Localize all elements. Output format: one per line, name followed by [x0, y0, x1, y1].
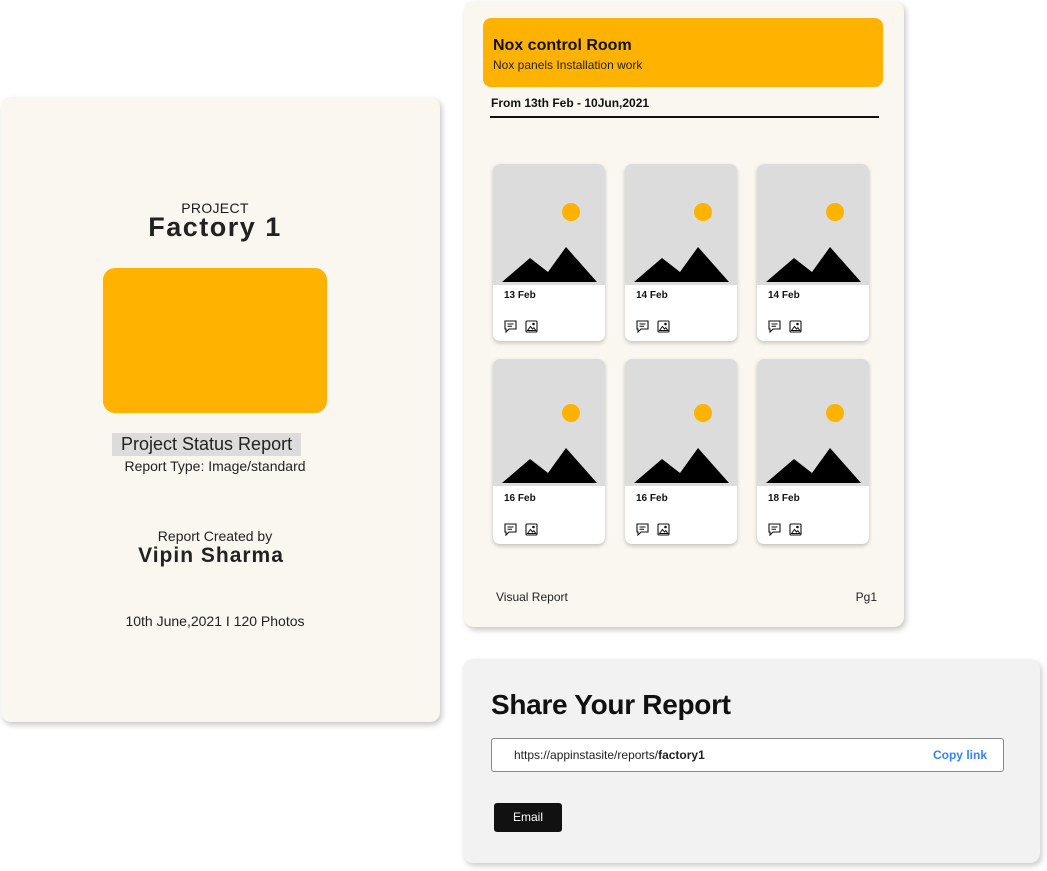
page-footer-label: Visual Report	[496, 590, 568, 604]
report-share-screen: PROJECT Factory 1 Project Status Report …	[0, 0, 1047, 871]
photo-actions	[768, 320, 802, 334]
date-range: From 13th Feb - 10Jun,2021	[491, 96, 650, 110]
landscape-placeholder-icon	[634, 404, 729, 483]
image-icon[interactable]	[657, 523, 670, 536]
comment-icon[interactable]	[768, 523, 781, 537]
share-title: Share Your Report	[491, 689, 731, 720]
comment-icon[interactable]	[636, 320, 649, 334]
image-placeholder	[757, 164, 869, 285]
image-icon[interactable]	[525, 320, 538, 333]
report-cover-card: PROJECT Factory 1 Project Status Report …	[1, 97, 440, 722]
photo-card[interactable]: 16 Feb	[625, 359, 737, 544]
divider	[490, 116, 879, 118]
image-icon[interactable]	[525, 523, 538, 536]
section-banner: Nox control Room Nox panels Installation…	[483, 18, 883, 87]
creator-name: Vipin Sharma	[138, 544, 284, 567]
page-number: Pg1	[855, 590, 877, 604]
photo-actions	[636, 523, 670, 537]
share-url: https://appinstasite/reports/factory1	[514, 748, 705, 762]
landscape-placeholder-icon	[502, 404, 597, 483]
photo-card[interactable]: 14 Feb	[757, 164, 869, 341]
share-url-field[interactable]: https://appinstasite/reports/factory1 Co…	[491, 738, 1004, 772]
section-subtitle: Nox panels Installation work	[493, 58, 643, 72]
report-type: Report Type: Image/standard	[124, 458, 306, 474]
report-title: Project Status Report	[112, 433, 302, 456]
photo-date: 16 Feb	[504, 493, 536, 504]
photo-actions	[504, 320, 538, 334]
photo-card[interactable]: 13 Feb	[493, 164, 605, 341]
image-placeholder	[493, 359, 605, 486]
image-icon[interactable]	[789, 320, 802, 333]
photo-date: 18 Feb	[768, 493, 800, 504]
photo-date: 14 Feb	[768, 290, 800, 301]
share-url-prefix: https://appinstasite/reports/	[514, 748, 659, 762]
image-icon[interactable]	[789, 523, 802, 536]
section-title: Nox control Room	[493, 37, 632, 54]
copy-link-button[interactable]: Copy link	[933, 748, 987, 762]
share-panel: Share Your Report https://appinstasite/r…	[463, 659, 1040, 863]
photo-actions	[504, 523, 538, 537]
photo-actions	[768, 523, 802, 537]
comment-icon[interactable]	[636, 523, 649, 537]
landscape-placeholder-icon	[634, 203, 729, 282]
landscape-placeholder-icon	[766, 404, 861, 483]
photo-date: 14 Feb	[636, 290, 668, 301]
photo-date: 13 Feb	[504, 290, 536, 301]
share-url-slug: factory1	[658, 748, 705, 762]
image-icon[interactable]	[657, 320, 670, 333]
landscape-placeholder-icon	[502, 203, 597, 282]
email-button[interactable]: Email	[494, 803, 562, 832]
comment-icon[interactable]	[768, 320, 781, 334]
image-placeholder	[625, 164, 737, 285]
comment-icon[interactable]	[504, 523, 517, 537]
photo-actions	[636, 320, 670, 334]
image-placeholder	[757, 359, 869, 486]
project-name: Factory 1	[148, 212, 282, 242]
report-meta: 10th June,2021 I 120 Photos	[125, 613, 305, 629]
created-by-label: Report Created by	[157, 528, 273, 544]
photo-date: 16 Feb	[636, 493, 668, 504]
comment-icon[interactable]	[504, 320, 517, 334]
visual-report-page: Nox control Room Nox panels Installation…	[464, 1, 904, 627]
image-placeholder	[625, 359, 737, 486]
photo-card[interactable]: 16 Feb	[493, 359, 605, 544]
image-placeholder	[493, 164, 605, 285]
project-thumbnail	[103, 268, 327, 413]
photo-card[interactable]: 18 Feb	[757, 359, 869, 544]
landscape-placeholder-icon	[766, 203, 861, 282]
photo-card[interactable]: 14 Feb	[625, 164, 737, 341]
